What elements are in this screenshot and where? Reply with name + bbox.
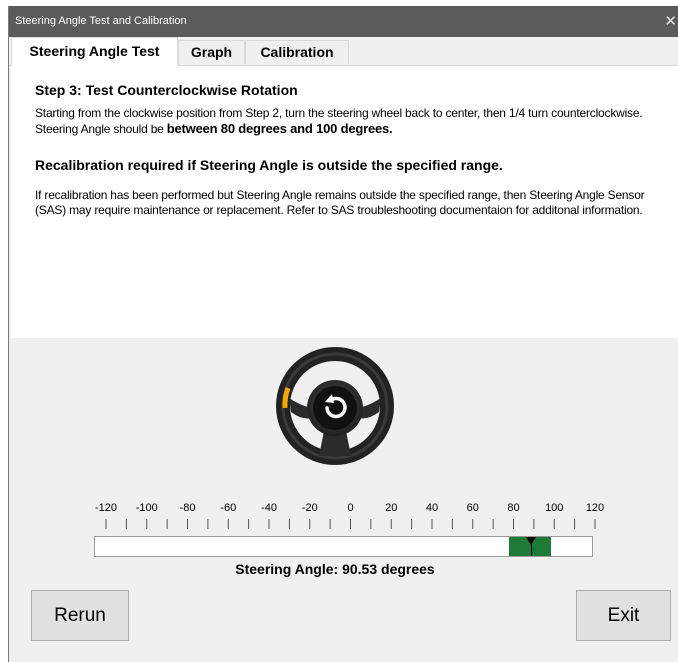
scale-tick-label: 40 [426,502,438,514]
tab-steering-angle-test[interactable]: Steering Angle Test [11,37,178,66]
scale-tick-label: -100 [136,502,158,514]
scale-tick-label: 120 [586,502,604,514]
steering-wheel-rotate-icon [276,347,394,465]
scale-tick-label: -20 [302,502,318,514]
scale-tick-label: 60 [467,502,479,514]
tab-bar: Steering Angle Test Graph Calibration [9,37,678,66]
scale-tick-label: 20 [385,502,397,514]
tab-calibration[interactable]: Calibration [245,40,349,64]
scale-tick-label: -80 [180,502,196,514]
scale-tick-label: 100 [545,502,563,514]
scale-tick-label: 80 [507,502,519,514]
steering-angle-readout: Steering Angle: 90.53 degrees [235,561,435,577]
angle-gauge-bar [94,536,593,557]
scale-tick-label: -40 [261,502,277,514]
scale-tick-label: -60 [220,502,236,514]
step-title: Step 3: Test Counterclockwise Rotation [35,82,298,98]
instruction-range: between 80 degrees and 100 degrees. [166,121,393,136]
tab-graph[interactable]: Graph [178,40,245,64]
rerun-button[interactable]: Rerun [31,590,129,641]
scale-tick-label: 0 [347,502,353,514]
scale-tick-label: -120 [95,502,117,514]
close-icon[interactable]: ✕ [664,12,677,30]
title-bar: Steering Angle Test and Calibration ✕ [9,6,678,37]
angle-indicator-line [530,537,532,556]
instructions-panel: Step 3: Test Counterclockwise Rotation S… [11,66,678,338]
instruction-paragraph: Starting from the clockwise position fro… [35,106,667,137]
recalibration-warning: Recalibration required if Steering Angle… [35,157,503,173]
window-title: Steering Angle Test and Calibration [15,15,187,27]
angle-scale: -120 -100 -80 -60 -40 -20 0 20 40 60 80 100 120 [95,502,604,529]
exit-button[interactable]: Exit [576,590,671,641]
troubleshooting-paragraph: If recalibration has been performed but … [35,188,645,217]
